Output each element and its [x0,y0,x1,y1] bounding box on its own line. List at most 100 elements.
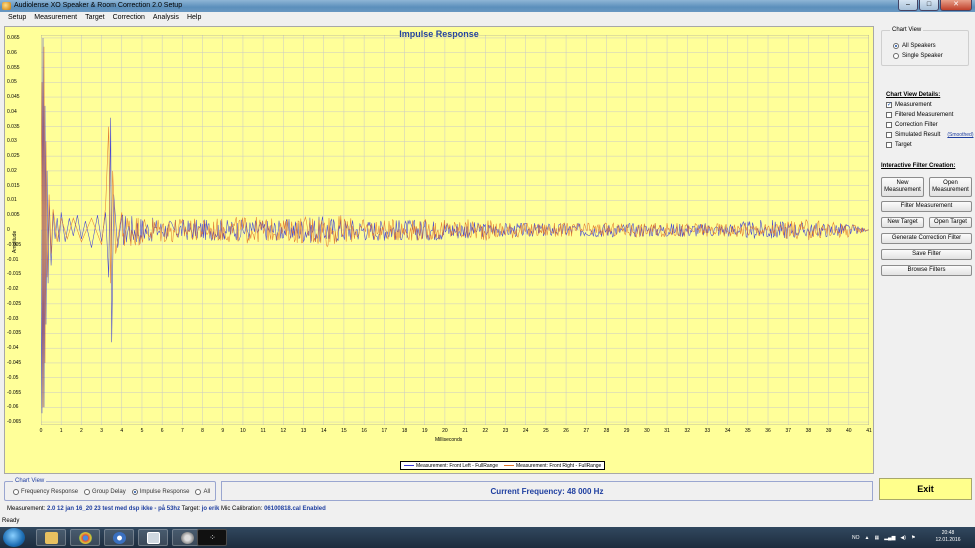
tray-network-icon[interactable]: ▦ [874,535,879,541]
checkbox-icon [886,132,892,138]
tray-flag-icon[interactable]: ⚑ [911,535,915,541]
clock[interactable]: 20:48 12.01.2016 [930,530,966,544]
legend-item-front-left: Measurement: Front Left - FullRange [404,462,498,469]
exit-button[interactable]: Exit [879,478,972,500]
menu-correction[interactable]: Correction [113,12,145,23]
taskbar-explorer[interactable] [36,529,66,546]
menu-measurement[interactable]: Measurement [34,12,77,23]
radio-icon [893,43,899,49]
radio-frequency-response[interactable]: Frequency Response [13,489,78,495]
tray-volume-icon[interactable]: ◀) [900,535,906,541]
radio-all-speakers-label: All Speakers [902,43,936,49]
right-panel: Chart View All Speakers Single Speaker C… [877,26,975,474]
close-button[interactable]: ✕ [940,0,972,11]
generate-correction-filter-button[interactable]: Generate Correction Filter [881,233,972,244]
measurement-label: Measurement: [7,506,46,512]
impulse-response-chart[interactable]: Impulse Response Amplitude Milliseconds … [4,26,874,474]
chart-view-group-title: Chart View [890,27,924,33]
radio-impulse-response-label: Impulse Response [139,489,190,495]
open-measurement-button[interactable]: Open Measurement [929,177,972,197]
target-label: Target: [181,506,201,512]
x-tick-label: 35 [745,428,751,434]
x-tick-label: 37 [785,428,791,434]
checkbox-correction-filter[interactable]: Correction Filter [886,122,938,128]
x-tick-label: 8 [201,428,204,434]
x-tick-label: 32 [684,428,691,434]
x-tick-label: 17 [381,428,388,434]
x-tick-label: 19 [421,428,428,434]
x-tick-label: 0 [39,428,43,434]
audiolense-icon [181,532,194,544]
tray-signal-icon[interactable]: ▂▄▆ [884,535,895,541]
x-tick-label: 31 [664,428,670,434]
taskbar-media[interactable] [104,529,134,546]
x-tick-label: 6 [160,428,164,434]
start-button[interactable] [3,528,25,547]
y-tick-label: -0.04 [7,345,19,352]
save-filter-button[interactable]: Save Filter [881,249,972,260]
y-tick-label: 0.01 [7,197,17,204]
legend-item-front-right: Measurement: Front Right - FullRange [503,462,601,469]
y-tick-label: -0.005 [7,241,22,248]
checkbox-correction-filter-label: Correction Filter [895,122,938,128]
radio-group-delay[interactable]: Group Delay [84,489,126,495]
radio-all[interactable]: All [195,489,210,495]
x-tick-label: 34 [724,428,731,434]
series-line-front-left [41,37,869,414]
menu-setup[interactable]: Setup [8,12,26,23]
smoothed-link[interactable]: (Smoothed) [947,132,973,138]
language-indicator[interactable]: NO [852,535,860,541]
y-tick-label: -0.03 [7,315,19,322]
taskbar-window[interactable] [138,529,168,546]
open-target-button[interactable]: Open Target [929,217,972,228]
checkbox-icon [886,122,892,128]
y-tick-label: 0.05 [7,79,17,86]
system-tray: NO ▲ ▦ ▂▄▆ ◀) ⚑ [852,529,915,546]
measurement-value: 2.0 12 jan 16_20 23 test med dsp ikke - … [47,506,181,512]
radio-icon [13,489,19,495]
menu-help[interactable]: Help [187,12,201,23]
radio-all-speakers[interactable]: All Speakers [893,43,936,49]
tray-arrow-icon[interactable]: ▲ [865,535,870,541]
filter-measurement-button[interactable]: Filter Measurement [881,201,972,212]
x-tick-label: 28 [603,428,610,434]
checkbox-filtered-measurement-label: Filtered Measurement [895,112,954,118]
minimize-button[interactable]: – [898,0,918,11]
y-tick-label: 0.025 [7,153,20,160]
x-tick-label: 23 [502,428,509,434]
radio-impulse-response[interactable]: Impulse Response [131,489,190,495]
menu-target[interactable]: Target [85,12,104,23]
menu-analysis[interactable]: Analysis [153,12,179,23]
x-tick-label: 30 [644,428,650,434]
plot-area[interactable] [41,35,869,425]
x-tick-label: 18 [401,428,408,434]
taskbar-chrome[interactable] [70,529,100,546]
x-tick-label: 4 [120,428,124,434]
radio-single-speaker[interactable]: Single Speaker [893,53,943,59]
new-target-button[interactable]: New Target [881,217,924,228]
checkbox-filtered-measurement[interactable]: Filtered Measurement [886,112,953,118]
y-tick-label: 0.035 [7,123,20,130]
checkbox-measurement[interactable]: ✓ Measurement [886,102,932,108]
x-tick-label: 9 [221,428,225,434]
x-tick-label: 20 [442,428,448,434]
chart-view-selector: Chart View Frequency Response Group Dela… [4,478,216,501]
x-tick-label: 39 [825,428,832,434]
y-tick-label: 0.005 [7,212,20,219]
checkbox-target-label: Target [895,142,912,148]
maximize-button[interactable]: □ [919,0,939,11]
checkbox-simulated-result-label: Simulated Result [895,132,941,138]
taskbar-tidal[interactable]: ⁘ [197,529,227,546]
window-icon [147,532,160,544]
taskbar: ⁘ NO ▲ ▦ ▂▄▆ ◀) ⚑ 20:48 12.01.2016 [0,527,975,548]
x-tick-label: 27 [583,428,590,434]
y-tick-label: 0.03 [7,138,17,145]
checkbox-simulated-result[interactable]: Simulated Result (Smoothed) [886,132,973,138]
new-measurement-button[interactable]: New Measurement [881,177,924,197]
radio-group-delay-label: Group Delay [92,489,126,495]
x-tick-label: 2 [79,428,83,434]
checkbox-target[interactable]: Target [886,142,912,148]
bottom-bar: Chart View Frequency Response Group Dela… [4,477,874,502]
browse-filters-button[interactable]: Browse Filters [881,265,972,276]
checkbox-icon [886,142,892,148]
